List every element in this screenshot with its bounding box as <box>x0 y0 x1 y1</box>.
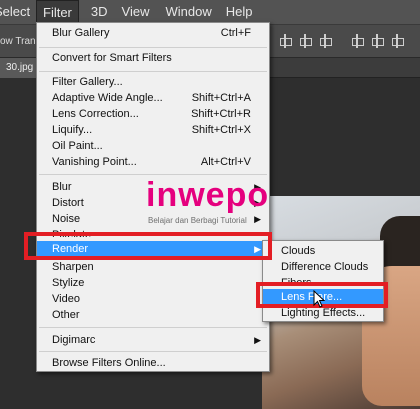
menu-item-label: Video <box>52 293 80 305</box>
align-left-icon[interactable] <box>350 34 364 48</box>
menu-item-label: Stylize <box>52 277 85 289</box>
submenu-item-difference-clouds[interactable]: Difference Clouds <box>263 259 383 275</box>
menu-item-label: Filter Gallery... <box>52 76 123 88</box>
menu-item-liquify[interactable]: Liquify... Shift+Ctrl+X <box>37 122 269 138</box>
menu-item-label: Convert for Smart Filters <box>52 52 172 64</box>
align-middle-icon[interactable] <box>298 34 312 48</box>
align-bottom-icon[interactable] <box>318 34 332 48</box>
menu-item-sharpen[interactable]: Sharpen <box>37 259 269 275</box>
menu-item-label: Other <box>52 309 80 321</box>
menu-item-label: Oil Paint... <box>52 140 103 152</box>
shortcut: Shift+Ctrl+X <box>191 124 251 136</box>
menu-separator <box>39 71 267 72</box>
menu-separator <box>39 351 267 352</box>
menu-item-lens-correction[interactable]: Lens Correction... Shift+Ctrl+R <box>37 106 269 122</box>
shortcut: Shift+Ctrl+A <box>191 92 251 104</box>
submenu-arrow-icon: ▶ <box>254 335 261 345</box>
menu-window[interactable]: Window <box>159 0 217 24</box>
align-top-icon[interactable] <box>278 34 292 48</box>
menu-item-label: Vanishing Point... <box>52 156 137 168</box>
align-center-icon[interactable] <box>370 34 384 48</box>
menu-separator <box>39 174 267 175</box>
menu-filter[interactable]: Filter <box>36 0 79 24</box>
menu-item-label: Distort <box>52 197 84 209</box>
menu-item-label: Digimarc <box>52 334 96 346</box>
menu-item-filter-gallery[interactable]: Filter Gallery... <box>37 74 269 90</box>
shortcut: Alt+Ctrl+V <box>200 156 251 168</box>
menu-separator <box>39 47 267 48</box>
menu-item-adaptive-wide-angle[interactable]: Adaptive Wide Angle... Shift+Ctrl+A <box>37 90 269 106</box>
menu-item-other[interactable]: Other <box>37 307 269 323</box>
menu-item-label: Noise <box>52 213 81 225</box>
submenu-item-clouds[interactable]: Clouds <box>263 243 383 259</box>
menu-item-video[interactable]: Video <box>37 291 269 307</box>
menu-item-label: Blur <box>52 181 72 193</box>
menu-item-label: Browse Filters Online... <box>52 357 166 369</box>
menu-bar: Select Filter 3D View Window Help <box>0 0 420 24</box>
align-right-icon[interactable] <box>390 34 404 48</box>
document-tab[interactable]: 30.jpg <box>0 58 40 78</box>
menu-view[interactable]: View <box>116 0 156 24</box>
menu-item-blur-gallery[interactable]: Blur Gallery Ctrl+F <box>37 25 269 41</box>
shortcut: Ctrl+F <box>220 27 251 39</box>
menu-item-vanishing-point[interactable]: Vanishing Point... Alt+Ctrl+V <box>37 154 269 170</box>
mouse-pointer-icon <box>313 290 326 308</box>
menu-help[interactable]: Help <box>220 0 259 24</box>
menu-select[interactable]: Select <box>0 0 34 24</box>
align-controls <box>278 34 420 48</box>
menu-3d[interactable]: 3D <box>85 0 114 24</box>
render-submenu: Clouds Difference Clouds Fibers... Lens … <box>262 240 384 322</box>
menu-item-browse-filters-online[interactable]: Browse Filters Online... <box>37 355 269 371</box>
menu-item-oil-paint[interactable]: Oil Paint... <box>37 138 269 154</box>
watermark-tagline: Belajar dan Berbagi Tutorial <box>148 216 247 225</box>
menu-item-label: Lens Correction... <box>52 108 139 120</box>
menu-item-convert-smart-filters[interactable]: Convert for Smart Filters <box>37 50 269 66</box>
menu-item-label: Sharpen <box>52 261 94 273</box>
menu-item-stylize[interactable]: Stylize <box>37 275 269 291</box>
menu-item-label: Adaptive Wide Angle... <box>52 92 163 104</box>
menu-item-digimarc[interactable]: Digimarc ▶ <box>37 332 269 348</box>
menu-item-label: Liquify... <box>52 124 93 136</box>
annotation-box-render <box>24 232 272 260</box>
menu-item-label: Blur Gallery <box>52 27 110 39</box>
menu-separator <box>39 327 267 328</box>
watermark-logo: inwepo <box>146 176 270 214</box>
shortcut: Shift+Ctrl+R <box>191 108 251 120</box>
